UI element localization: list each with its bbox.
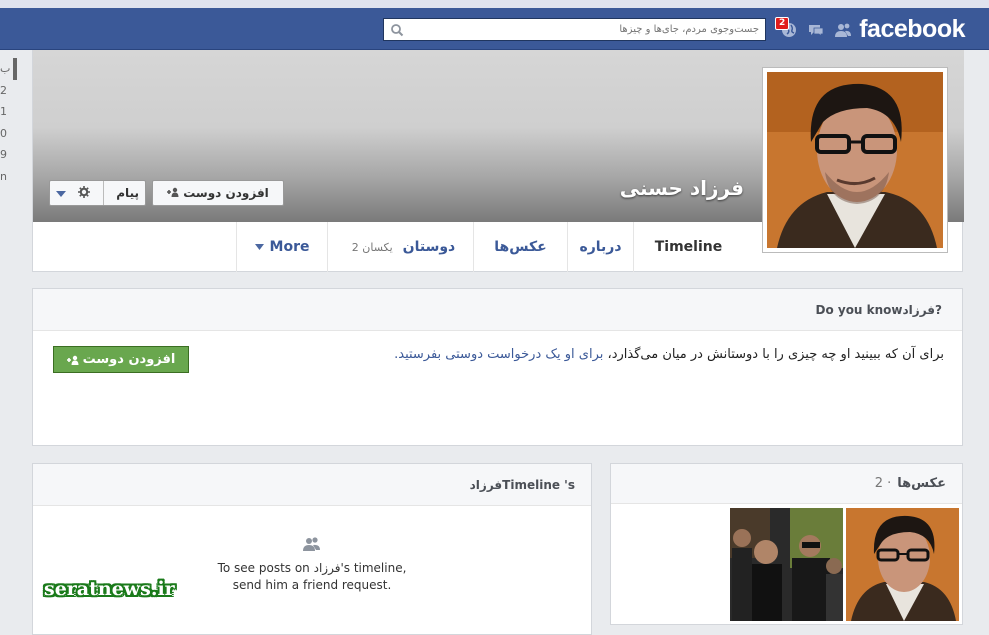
search-box[interactable] — [383, 18, 766, 41]
timeline-card-title: فرزادTimeline 's — [33, 464, 591, 506]
photos-count: 2 · — [874, 476, 892, 491]
tab-label: عکس‌ها — [494, 239, 547, 255]
left-strip-item: ب — [0, 62, 11, 75]
left-scroll-indicator — [13, 58, 17, 80]
photo-thumbnail[interactable] — [846, 508, 959, 621]
timeline-message-line1: To see posts on فرزاد's timeline, — [217, 561, 407, 575]
chevron-down-icon — [254, 244, 264, 250]
tab-label: Timeline — [654, 239, 723, 255]
tab-timeline[interactable]: Timeline — [633, 222, 743, 272]
left-strip-item: 2 — [0, 83, 7, 97]
add-friend-label: افزودن دوست — [183, 186, 269, 200]
add-friend-label: افزودن دوست — [82, 352, 176, 367]
add-friend-button[interactable]: افزودن دوست — [152, 180, 284, 206]
tab-label: دوستان — [402, 239, 456, 255]
do-you-know-description: برای آن که ببینید او چه چیزی را با دوستا… — [607, 347, 944, 362]
photos-card-header[interactable]: 2 · عکس‌ها — [611, 464, 962, 504]
button-divider — [102, 181, 104, 205]
facebook-logo[interactable]: facebook — [859, 15, 965, 44]
left-strip-item: n — [0, 169, 7, 183]
profile-name[interactable]: فرزاد حسنی — [620, 176, 744, 200]
search-icon[interactable] — [390, 23, 404, 37]
add-friend-icon — [167, 186, 179, 200]
timeline-card: فرزادTimeline 's To see posts on فرزاد's… — [32, 463, 592, 635]
search-input[interactable] — [384, 19, 765, 40]
message-button-group[interactable]: پیام — [49, 180, 146, 206]
add-friend-green-button[interactable]: افزودن دوست — [53, 346, 189, 373]
add-friend-icon — [66, 355, 79, 365]
dropdown-chevron-icon[interactable] — [56, 186, 66, 200]
profile-tabs: Timeline درباره عکس‌ها 2 یکسان دوستان Mo… — [33, 222, 964, 272]
notifications-badge: 2 — [775, 17, 790, 30]
photo-thumbnail[interactable] — [730, 508, 843, 621]
tab-friends[interactable]: 2 یکسان دوستان — [327, 222, 473, 272]
tab-label: More — [269, 239, 310, 255]
left-strip-item: 9 — [0, 148, 7, 161]
do-you-know-text: برای آن که ببینید او چه چیزی را با دوستا… — [384, 345, 944, 364]
mutual-friends-count: 2 یکسان — [351, 240, 393, 254]
photos-card: 2 · عکس‌ها — [610, 463, 963, 625]
tab-photos[interactable]: عکس‌ها — [473, 222, 567, 272]
gear-icon[interactable] — [78, 185, 91, 201]
left-strip-item: 1 — [0, 105, 7, 118]
friends-icon — [303, 537, 320, 551]
send-friend-request-link[interactable]: برای او یک درخواست دوستی بفرستید. — [394, 347, 603, 362]
watermark: seratnews.ir — [44, 578, 175, 600]
friend-requests-icon[interactable] — [833, 20, 853, 40]
do-you-know-card: Do you knowفرزاد? برای آن که ببینید او چ… — [32, 288, 963, 446]
profile-header-card: فرزاد حسنی افزودن دوست پیام Timeline درب… — [32, 50, 964, 272]
left-strip-item: 0 — [0, 126, 7, 140]
tab-more[interactable]: More — [236, 222, 327, 272]
tab-label: درباره — [579, 239, 622, 255]
messages-icon[interactable] — [806, 20, 826, 40]
top-navigation-bar: 2 facebook — [0, 0, 989, 50]
message-button[interactable]: پیام — [116, 186, 139, 200]
left-sidebar-fragment: ب 2 1 0 9 n — [0, 58, 12, 218]
tab-about[interactable]: درباره — [567, 222, 633, 272]
photos-card-title: عکس‌ها — [897, 476, 946, 491]
do-you-know-title: Do you knowفرزاد? — [33, 289, 962, 331]
